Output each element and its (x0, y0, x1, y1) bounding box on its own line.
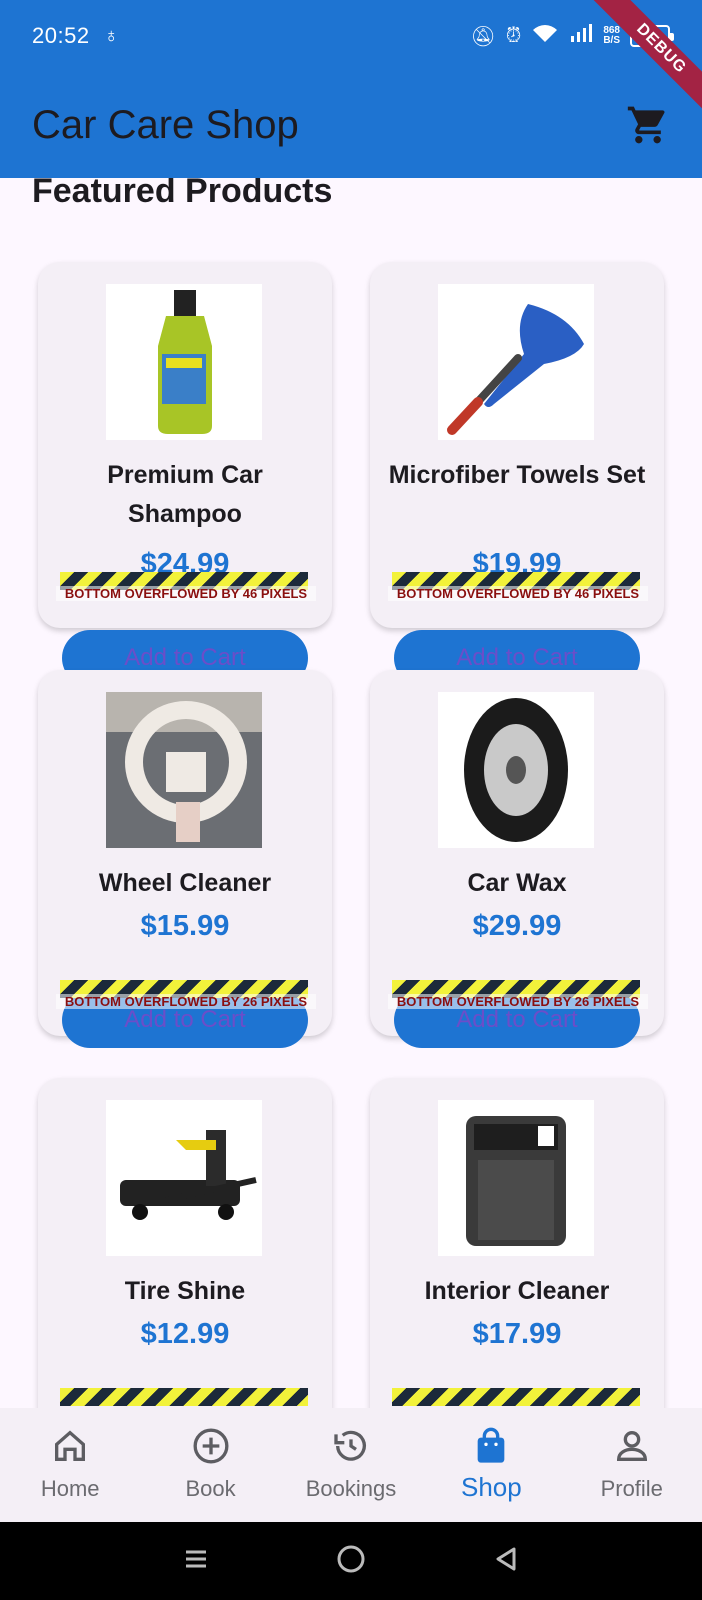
nav-shop[interactable]: Shop (421, 1426, 561, 1503)
person-icon (616, 1431, 647, 1461)
product-name: Car Wax (467, 869, 567, 897)
product-price: $15.99 (140, 910, 230, 942)
product-image-wheel-cleaner (106, 692, 262, 848)
product-card[interactable]: Wheel Cleaner $15.99 Add to Cart BOTTOM … (38, 670, 332, 1048)
add-circle-icon (193, 1428, 229, 1464)
product-card[interactable]: Tire Shine $12.99 (38, 1078, 332, 1408)
home-circle-icon[interactable] (335, 1543, 367, 1580)
product-image-floor-mat (438, 1100, 594, 1256)
product-name: Premium Car Shampoo (107, 461, 263, 528)
product-card[interactable]: Interior Cleaner $17.99 (370, 1078, 664, 1408)
notification-icon: ♁ (103, 24, 119, 47)
nav-profile[interactable]: Profile (562, 1426, 702, 1502)
alarm-icon: ⏰︎ (505, 24, 522, 47)
product-price: $29.99 (472, 910, 562, 942)
product-name: Interior Cleaner (424, 1277, 610, 1305)
product-image-tire (438, 692, 594, 848)
cart-icon[interactable] (626, 103, 670, 147)
home-icon (55, 1430, 86, 1461)
product-image-microfiber (438, 284, 594, 440)
product-list[interactable]: Featured Products Premium Car Shampoo $2… (0, 178, 702, 1408)
app-title: Car Care Shop (32, 102, 299, 147)
back-triangle-icon[interactable] (492, 1545, 520, 1578)
system-navigation-bar (0, 1522, 702, 1600)
product-card[interactable]: Car Wax $29.99 Add to Cart BOTTOM OVERFL… (370, 670, 664, 1048)
signal-icon (569, 22, 593, 50)
overflow-warning-label: BOTTOM OVERFLOWED BY 46 PIXELS (56, 586, 316, 601)
product-card[interactable]: Microfiber Towels Set $19.99 Add to Cart… (370, 262, 664, 686)
product-card[interactable]: Premium Car Shampoo $24.99 Add to Cart B… (38, 262, 332, 686)
overflow-warning-strip (60, 1388, 308, 1406)
mute-icon: 🔕︎ (470, 25, 496, 48)
history-icon (334, 1430, 366, 1461)
status-bar: 20:52 ♁ 🔕︎ ⏰︎ 868 B/S (0, 0, 702, 72)
product-price: $17.99 (472, 1318, 562, 1350)
wifi-icon (531, 22, 559, 50)
product-price: $12.99 (140, 1318, 230, 1350)
recents-icon[interactable] (182, 1545, 210, 1578)
product-image-jack (106, 1100, 262, 1256)
overflow-warning-label: BOTTOM OVERFLOWED BY 46 PIXELS (388, 586, 648, 601)
nav-home[interactable]: Home (0, 1426, 140, 1502)
product-name: Microfiber Towels Set (388, 461, 646, 489)
bottom-navigation: Home Book Bookings Shop Profile (0, 1408, 702, 1522)
overflow-warning-strip (392, 1388, 640, 1406)
shopping-bag-icon (478, 1427, 505, 1463)
status-time: 20:52 (32, 23, 90, 48)
product-name: Tire Shine (124, 1277, 246, 1305)
overflow-warning-label: BOTTOM OVERFLOWED BY 26 PIXELS (388, 994, 648, 1009)
network-speed: 868 B/S (603, 25, 620, 46)
nav-book[interactable]: Book (141, 1426, 281, 1502)
nav-bookings[interactable]: Bookings (281, 1426, 421, 1502)
section-title: Featured Products (32, 178, 333, 210)
product-image-shampoo (106, 284, 262, 440)
product-name: Wheel Cleaner (98, 869, 272, 897)
app-bar: Car Care Shop (0, 72, 702, 178)
overflow-warning-label: BOTTOM OVERFLOWED BY 26 PIXELS (56, 994, 316, 1009)
